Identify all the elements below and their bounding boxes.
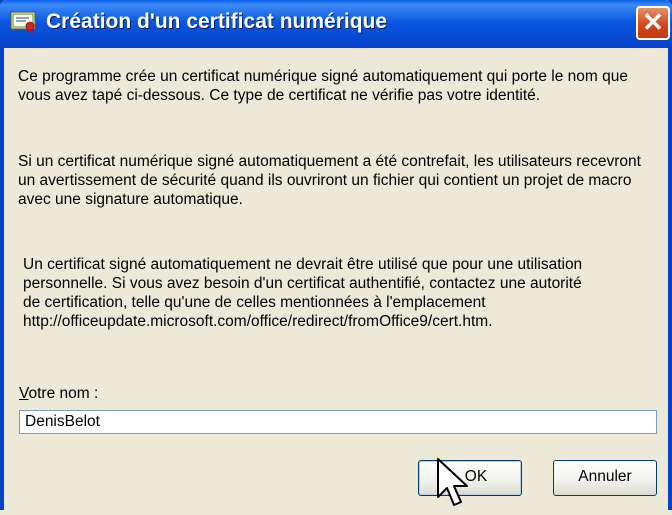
cancel-button[interactable]: Annuler bbox=[553, 460, 657, 496]
certificate-icon bbox=[10, 10, 38, 34]
close-icon: ✕ bbox=[642, 7, 664, 37]
info-paragraph-3-line-3: de certification, telle qu'une de celles… bbox=[23, 294, 486, 311]
info-paragraph-3-line-2: personnelle. Si vous avez besoin d'un ce… bbox=[23, 275, 582, 292]
cert-url-text: http://officeupdate.microsoft.com/office… bbox=[23, 313, 493, 330]
certificate-dialog: Création d'un certificat numérique ✕ Ce … bbox=[0, 0, 672, 510]
info-paragraph-2: Si un certificat numérique signé automat… bbox=[18, 153, 641, 208]
name-label-text: otre nom : bbox=[28, 385, 99, 402]
info-paragraph-3-line-1: Un certificat signé automatiquement ne d… bbox=[23, 256, 583, 273]
title-bar[interactable]: Création d'un certificat numérique ✕ bbox=[0, 0, 672, 48]
close-button[interactable]: ✕ bbox=[636, 6, 670, 40]
name-label: Votre nom : bbox=[19, 385, 98, 403]
cancel-button-label: Annuler bbox=[578, 468, 632, 485]
info-paragraph-1: Ce programme crée un certificat numériqu… bbox=[18, 68, 628, 104]
ok-button-label: OK bbox=[464, 468, 488, 485]
info-paragraph-3: Un certificat signé automatiquement ne d… bbox=[23, 255, 659, 331]
name-input[interactable]: DenisBelot bbox=[19, 410, 657, 434]
window-title: Création d'un certificat numérique bbox=[46, 10, 388, 33]
ok-button[interactable]: OK bbox=[418, 460, 522, 496]
